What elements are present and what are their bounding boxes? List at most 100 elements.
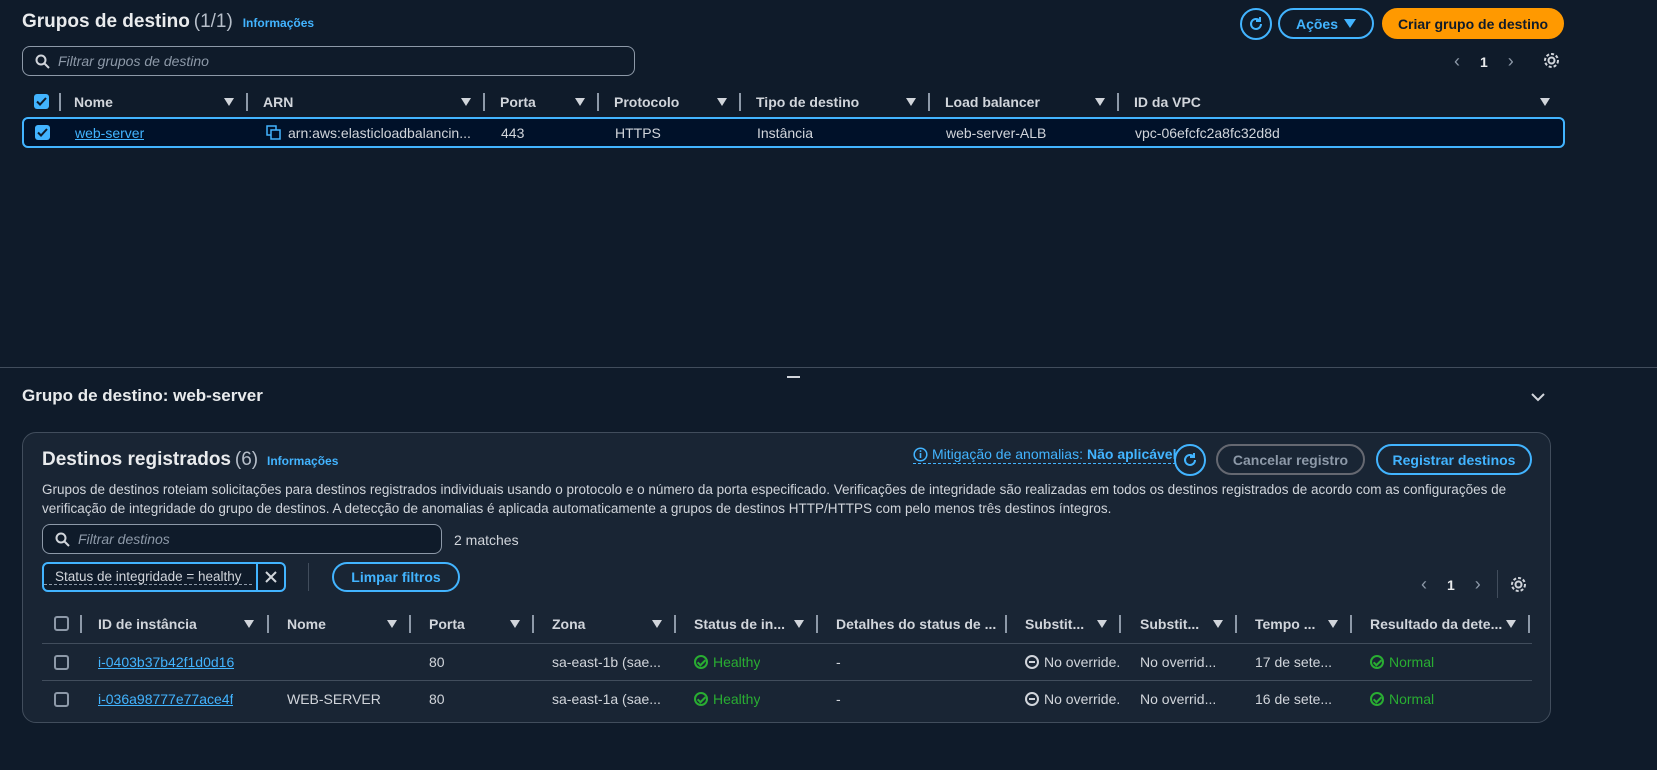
override-cell: No overrid... — [1140, 654, 1217, 670]
remove-token-button[interactable] — [256, 564, 284, 590]
sort-icon[interactable] — [461, 98, 471, 106]
row-checkbox[interactable] — [54, 692, 69, 707]
column-header[interactable]: Porta — [429, 611, 465, 637]
targets-table-header: ID de instância Nome Porta Zona Status d… — [42, 611, 1532, 637]
info-link[interactable]: Informações — [243, 16, 314, 30]
split-divider[interactable] — [0, 367, 1657, 368]
next-page-icon[interactable]: › — [1475, 574, 1481, 595]
info-link[interactable]: Informações — [267, 454, 338, 468]
column-header[interactable]: ARN — [263, 89, 293, 115]
status-positive-icon — [694, 655, 708, 669]
column-header[interactable]: Status de in... — [694, 611, 785, 637]
column-header[interactable]: Detalhes do status de ... — [836, 611, 996, 637]
sort-icon[interactable] — [1506, 620, 1516, 628]
load-balancer-cell: web-server-ALB — [946, 124, 1047, 141]
override-cell: No overrid... — [1140, 691, 1217, 707]
column-header[interactable]: Porta — [500, 89, 536, 115]
refresh-icon — [1250, 17, 1262, 30]
sort-icon[interactable] — [906, 98, 916, 106]
create-target-group-button[interactable]: Criar grupo de destino — [1382, 8, 1564, 39]
collapse-chevron-icon[interactable] — [1531, 389, 1545, 405]
sort-icon[interactable] — [575, 98, 585, 106]
anomaly-mitigation-link[interactable]: Mitigação de anomalias: Não aplicável — [913, 446, 1177, 464]
select-all-checkbox[interactable] — [34, 94, 49, 109]
pager-separator — [1497, 570, 1498, 598]
caret-down-icon — [1344, 19, 1357, 28]
time-cell: 17 de sete... — [1255, 654, 1333, 670]
sort-icon[interactable] — [1095, 98, 1105, 106]
instance-id-link[interactable]: i-036a98777e77ace4f — [98, 681, 233, 717]
column-header[interactable]: Substit... — [1025, 611, 1084, 637]
drag-handle[interactable] — [787, 376, 800, 378]
sort-icon[interactable] — [1097, 620, 1107, 628]
health-status: Healthy — [694, 644, 760, 680]
column-header[interactable]: Nome — [287, 611, 326, 637]
table-row[interactable]: web-server arn:aws:elasticloadbalancin..… — [22, 117, 1565, 148]
matches-count: 2 matches — [454, 532, 519, 548]
anomaly-value: Não aplicável — [1086, 446, 1177, 462]
sort-icon[interactable] — [244, 620, 254, 628]
status-stopped-icon — [1025, 692, 1039, 706]
column-header[interactable]: Protocolo — [614, 89, 679, 115]
pagination: ‹ 1 › — [1454, 51, 1514, 72]
search-input[interactable]: Filtrar destinos — [78, 531, 170, 547]
copy-icon[interactable] — [266, 125, 281, 143]
sort-icon[interactable] — [224, 98, 234, 106]
registered-targets-count: (6) — [234, 449, 259, 470]
anomaly-result: Normal — [1370, 681, 1434, 717]
select-all-checkbox[interactable] — [54, 616, 69, 631]
column-header[interactable]: ID da VPC — [1134, 89, 1201, 115]
deregister-button[interactable]: Cancelar registro — [1216, 444, 1365, 475]
info-icon — [913, 446, 928, 462]
page-number[interactable]: 1 — [1480, 54, 1488, 70]
sort-icon[interactable] — [387, 620, 397, 628]
sort-icon[interactable] — [1328, 620, 1338, 628]
filter-token[interactable]: Status de integridade = healthy — [42, 562, 286, 592]
search-input[interactable]: Filtrar grupos de destino — [58, 53, 209, 69]
table-row[interactable]: i-036a98777e77ace4f WEB-SERVER 80 sa-eas… — [42, 680, 1532, 717]
sort-icon[interactable] — [1213, 620, 1223, 628]
column-header[interactable]: Load balancer — [945, 89, 1040, 115]
column-header[interactable]: Zona — [552, 611, 585, 637]
next-page-icon[interactable]: › — [1508, 51, 1514, 72]
column-header[interactable]: Substit... — [1140, 611, 1199, 637]
clear-filters-button[interactable]: Limpar filtros — [332, 562, 460, 592]
column-header[interactable]: Nome — [74, 89, 113, 115]
sort-icon[interactable] — [794, 620, 804, 628]
port-cell: 443 — [501, 124, 525, 141]
refresh-button[interactable] — [1174, 444, 1206, 476]
row-checkbox[interactable] — [54, 655, 69, 670]
register-targets-button[interactable]: Registrar destinos — [1376, 444, 1532, 475]
settings-gear-icon[interactable] — [1510, 576, 1527, 596]
pagination: ‹ 1 › — [1421, 574, 1481, 595]
column-header[interactable]: Tipo de destino — [756, 89, 859, 115]
target-groups-filter[interactable]: Filtrar grupos de destino — [22, 46, 635, 76]
target-group-name-link[interactable]: web-server — [75, 119, 144, 146]
protocol-cell: HTTPS — [615, 124, 661, 141]
filter-token-label: Status de integridade = healthy — [44, 569, 252, 585]
instance-id-link[interactable]: i-0403b37b42f1d0d16 — [98, 644, 234, 680]
anomaly-result: Normal — [1370, 644, 1434, 680]
actions-dropdown[interactable]: Ações — [1278, 8, 1374, 39]
sort-icon[interactable] — [652, 620, 662, 628]
targets-filter[interactable]: Filtrar destinos — [42, 524, 442, 554]
column-header[interactable]: Resultado da dete... — [1370, 611, 1502, 637]
status-positive-icon — [1370, 692, 1384, 706]
search-icon — [55, 532, 70, 547]
row-checkbox[interactable] — [35, 125, 50, 140]
port-cell: 80 — [429, 654, 445, 670]
sort-icon[interactable] — [1540, 98, 1550, 106]
table-row[interactable]: i-0403b37b42f1d0d16 80 sa-east-1b (sae..… — [42, 643, 1532, 680]
sort-icon[interactable] — [510, 620, 520, 628]
targets-header: Destinos registrados (6) Informações — [42, 449, 338, 471]
column-header[interactable]: ID de instância — [98, 611, 197, 637]
override-cell: No override. — [1025, 644, 1120, 680]
column-header[interactable]: Tempo ... — [1255, 611, 1315, 637]
prev-page-icon[interactable]: ‹ — [1454, 51, 1460, 72]
sort-icon[interactable] — [717, 98, 727, 106]
prev-page-icon[interactable]: ‹ — [1421, 574, 1427, 595]
arn-cell: arn:aws:elasticloadbalancin... — [288, 124, 471, 141]
page-number[interactable]: 1 — [1447, 577, 1455, 593]
refresh-button[interactable] — [1240, 8, 1272, 40]
settings-gear-icon[interactable] — [1543, 52, 1560, 72]
